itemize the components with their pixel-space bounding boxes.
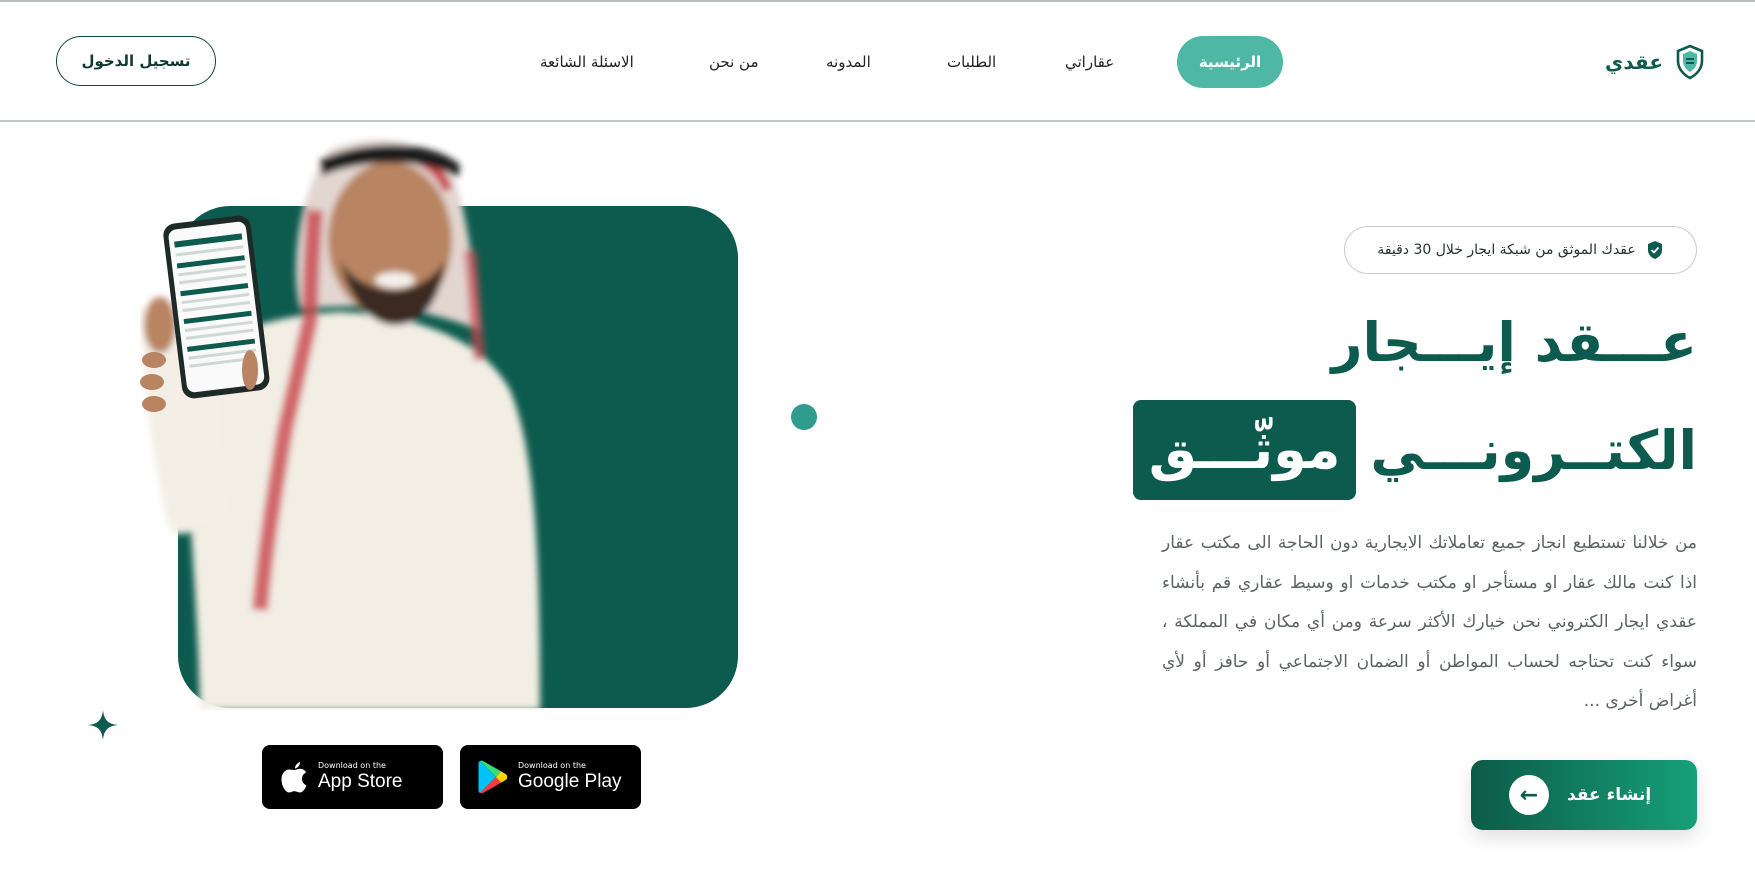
person-holding-phone-image [140, 139, 540, 710]
arrow-left-icon: ← [1509, 775, 1549, 815]
brand-name: عقدي [1605, 50, 1663, 74]
google-play-icon [478, 760, 508, 794]
nav-about[interactable]: من نحن [709, 36, 759, 88]
google-play-button[interactable]: Download on the Google Play [460, 745, 641, 809]
sparkle-icon [88, 710, 118, 740]
headline-line-1: عـــقد إيـــجار [1331, 311, 1697, 374]
apple-icon [281, 762, 307, 793]
decorative-dot [791, 404, 817, 430]
app-store-text: Download on the App Store [318, 761, 403, 793]
badge-text: عقدك الموثق من شبكة ايجار خلال 30 دقيقة [1377, 242, 1636, 258]
headline-plain-text: الكتــرونـــي [1370, 418, 1697, 482]
nav-faq[interactable]: الاسئلة الشائعة [540, 36, 634, 88]
hero-description: من خلالنا تستطيع انجاز جميع تعاملاتك الا… [1162, 533, 1697, 711]
google-play-small: Download on the [518, 761, 586, 770]
app-store-small: Download on the [318, 761, 386, 770]
google-play-big: Google Play [518, 771, 622, 792]
shield-check-icon [1647, 241, 1662, 259]
trust-badge: عقدك الموثق من شبكة ايجار خلال 30 دقيقة [1344, 226, 1697, 274]
create-contract-button[interactable]: إنشاء عقد ← [1471, 760, 1697, 830]
nav-home[interactable]: الرئيسية [1177, 36, 1283, 88]
app-store-big: App Store [318, 771, 403, 792]
app-store-button[interactable]: Download on the App Store [262, 745, 443, 809]
google-play-text: Download on the Google Play [518, 761, 622, 793]
headline-highlight: موثّـــق [1132, 400, 1357, 500]
login-button[interactable]: تسجيل الدخول [56, 36, 216, 86]
headline-line-2: الكتــرونـــي موثّـــق [1132, 400, 1697, 500]
nav-my-properties[interactable]: عقاراتي [1065, 36, 1114, 88]
create-contract-label: إنشاء عقد [1567, 785, 1652, 805]
nav-blog[interactable]: المدونه [826, 36, 871, 88]
nav-requests[interactable]: الطلبات [947, 36, 996, 88]
main-nav: الرئيسية عقاراتي الطلبات المدونه من نحن … [520, 36, 1290, 88]
site-header: عقدي الرئيسية عقاراتي الطلبات المدونه من… [0, 2, 1755, 122]
brand-logo[interactable]: عقدي [1605, 42, 1705, 82]
hero-headline: عـــقد إيـــجار الكتــرونـــي موثّـــق [1132, 300, 1697, 500]
shield-icon [1676, 44, 1704, 80]
